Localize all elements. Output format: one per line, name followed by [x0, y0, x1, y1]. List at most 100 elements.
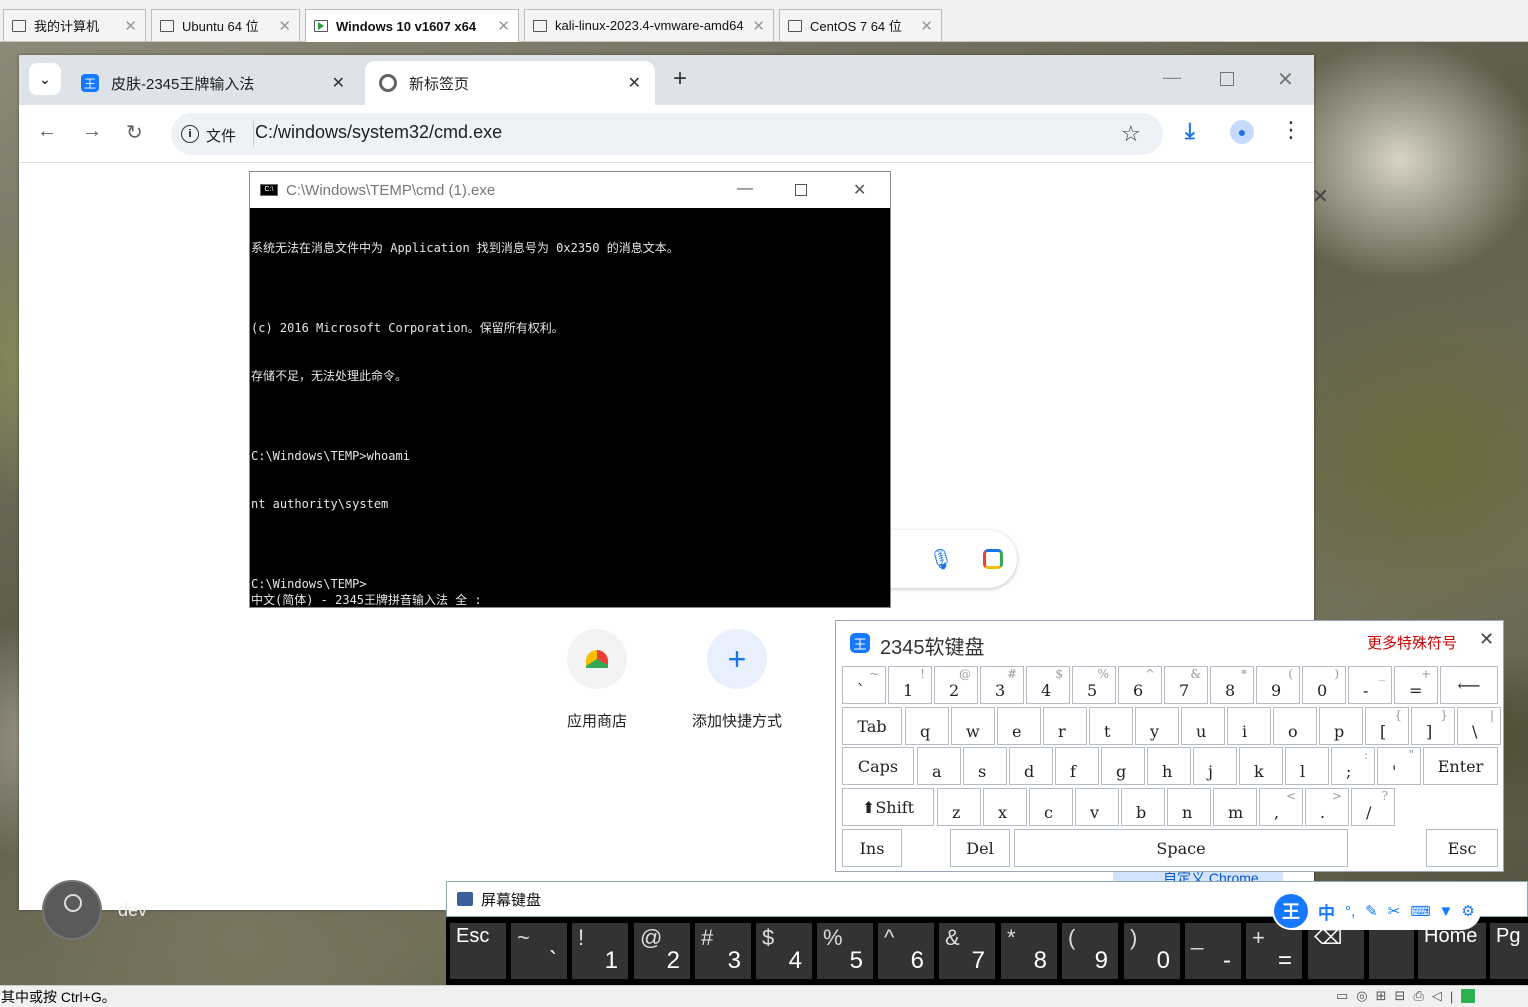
soft-keyboard-icon[interactable]: ⌨ — [1410, 903, 1430, 920]
soft-key[interactable]: z — [937, 788, 981, 826]
osk-key[interactable] — [1369, 923, 1414, 979]
soft-key[interactable]: f — [1055, 747, 1099, 785]
soft-key[interactable]: Del — [950, 829, 1010, 867]
soft-key[interactable]: u — [1181, 707, 1225, 745]
panel-close-icon[interactable]: ✕ — [1312, 184, 1329, 209]
soft-key[interactable]: ⟵ — [1440, 666, 1498, 704]
vm-tab-windows10[interactable]: Windows 10 v1607 x64 ✕ — [305, 9, 519, 42]
close-icon[interactable]: ✕ — [124, 17, 137, 35]
tab-new-tab[interactable]: 新标签页 ✕ — [365, 61, 655, 105]
maximize-icon[interactable] — [795, 184, 807, 196]
soft-key[interactable]: Enter — [1423, 747, 1498, 785]
osk-key[interactable]: % 5 — [817, 923, 873, 979]
soft-key[interactable]: \ | — [1457, 707, 1501, 745]
user-avatar[interactable] — [42, 880, 102, 940]
address-bar[interactable]: i 文件 C:/windows/system32/cmd.exe ☆ — [171, 113, 1163, 155]
more-menu-icon[interactable]: ⋮ — [1280, 117, 1302, 143]
soft-key[interactable]: 3 # — [980, 666, 1024, 704]
reload-icon[interactable]: ↻ — [126, 120, 143, 145]
soft-key[interactable]: ]} — [1411, 707, 1455, 745]
soft-key[interactable]: = + — [1394, 666, 1438, 704]
lens-camera-icon[interactable] — [982, 549, 1003, 569]
vm-tab-kali[interactable]: kali-linux-2023.4-vmware-amd64 ✕ — [524, 9, 774, 41]
soft-key[interactable]: /? — [1351, 788, 1395, 826]
soft-key[interactable]: c — [1029, 788, 1073, 826]
close-icon[interactable]: ✕ — [332, 73, 345, 93]
close-window-icon[interactable]: ✕ — [1277, 67, 1294, 92]
soft-key[interactable]: ' " — [1377, 747, 1421, 785]
cmd-titlebar[interactable]: C:\ C:\Windows\TEMP\cmd (1).exe — ✕ — [250, 172, 890, 208]
pen-icon[interactable]: ✎ — [1365, 902, 1378, 920]
osk-key[interactable]: & 7 — [939, 923, 995, 979]
vm-tab-centos[interactable]: CentOS 7 64 位 ✕ — [779, 9, 942, 41]
tab-search-chevron-down-icon[interactable]: ⌄ — [29, 63, 61, 95]
soft-key[interactable]: l — [1285, 747, 1329, 785]
minimize-icon[interactable]: — — [737, 180, 753, 198]
cmd-console[interactable]: 系统无法在消息文件中为 Application 找到消息号为 0x2350 的消… — [250, 208, 890, 608]
minimize-icon[interactable]: — — [1163, 67, 1181, 88]
soft-key[interactable]: 8 * — [1210, 666, 1254, 704]
close-icon[interactable]: ✕ — [853, 180, 866, 200]
osk-key[interactable]: ! 1 — [572, 923, 628, 979]
soft-key[interactable]: - _ — [1348, 666, 1392, 704]
search-box[interactable]: 🎙 — [874, 530, 1017, 588]
soft-key[interactable]: , < — [1259, 788, 1303, 826]
osk-key[interactable]: Home — [1418, 923, 1486, 979]
soft-key[interactable]: 5% — [1072, 666, 1116, 704]
soft-key[interactable]: y — [1135, 707, 1179, 745]
osk-key[interactable]: ) 0 — [1124, 923, 1180, 979]
osk-key[interactable]: * 8 — [1001, 923, 1057, 979]
soft-key[interactable]: i — [1227, 707, 1271, 745]
download-icon[interactable]: ⤓ — [1185, 118, 1195, 144]
soft-key[interactable]: 6 ^ — [1118, 666, 1162, 704]
soft-key[interactable]: ` ~ — [842, 666, 886, 704]
new-tab-plus-icon[interactable]: + — [673, 65, 687, 93]
osk-key[interactable]: _ - — [1185, 923, 1241, 979]
printer-icon[interactable]: ⎙ — [1413, 988, 1423, 1004]
soft-key[interactable]: 9( — [1256, 666, 1300, 704]
soft-key[interactable]: 1! — [888, 666, 932, 704]
osk-key[interactable]: ^ 6 — [878, 923, 934, 979]
punctuation-icon[interactable]: °, — [1345, 903, 1355, 920]
soft-key[interactable]: ;: — [1331, 747, 1375, 785]
soft-key[interactable]: [{ — [1365, 707, 1409, 745]
network-icon[interactable]: ⊞ — [1376, 988, 1387, 1004]
soft-key[interactable]: b — [1121, 788, 1165, 826]
osk-key[interactable]: + = — [1246, 923, 1302, 979]
soft-key[interactable]: k — [1239, 747, 1283, 785]
soft-key[interactable]: q — [905, 707, 949, 745]
soft-key[interactable]: e — [997, 707, 1041, 745]
ime-logo-icon[interactable]: 王 — [1274, 894, 1308, 928]
close-icon[interactable]: ✕ — [1479, 629, 1494, 650]
bookmark-star-icon[interactable]: ☆ — [1121, 121, 1141, 147]
profile-avatar-icon[interactable]: ● — [1230, 120, 1254, 144]
soft-key[interactable]: d — [1009, 747, 1053, 785]
hard-disk-icon[interactable]: ▭ — [1336, 988, 1348, 1004]
soft-key[interactable]: Caps — [842, 747, 914, 785]
soft-key[interactable]: 2 @ — [934, 666, 978, 704]
tab-skin-2345[interactable]: 王 皮肤-2345王牌输入法 ✕ — [67, 61, 359, 105]
settings-gear-icon[interactable]: ⚙ — [1461, 902, 1474, 920]
ime-chinese-mode[interactable]: 中 — [1318, 899, 1335, 924]
soft-key[interactable]: m — [1213, 788, 1257, 826]
osk-key[interactable]: ⌫ — [1308, 923, 1364, 979]
soft-key[interactable]: p — [1319, 707, 1363, 745]
soft-key[interactable]: o — [1273, 707, 1317, 745]
close-icon[interactable]: ✕ — [628, 73, 641, 93]
maximize-icon[interactable] — [1220, 72, 1234, 86]
scissors-icon[interactable]: ✂ — [1388, 902, 1401, 920]
soft-key[interactable]: r — [1043, 707, 1087, 745]
soft-key[interactable]: a — [917, 747, 961, 785]
osk-key[interactable]: Pg — [1490, 923, 1528, 979]
soft-key[interactable]: s — [963, 747, 1007, 785]
soft-key[interactable]: x — [983, 788, 1027, 826]
url-text[interactable]: C:/windows/system32/cmd.exe — [255, 122, 502, 143]
osk-key[interactable]: @2 — [634, 923, 690, 979]
close-icon[interactable]: ✕ — [752, 17, 765, 35]
skin-shirt-icon[interactable]: ▼ — [1439, 903, 1454, 920]
soft-key[interactable]: Space — [1014, 829, 1348, 867]
soft-key[interactable]: g — [1101, 747, 1145, 785]
info-icon[interactable]: i — [181, 125, 199, 143]
soft-key[interactable]: j — [1193, 747, 1237, 785]
microphone-icon[interactable]: 🎙 — [928, 547, 953, 572]
